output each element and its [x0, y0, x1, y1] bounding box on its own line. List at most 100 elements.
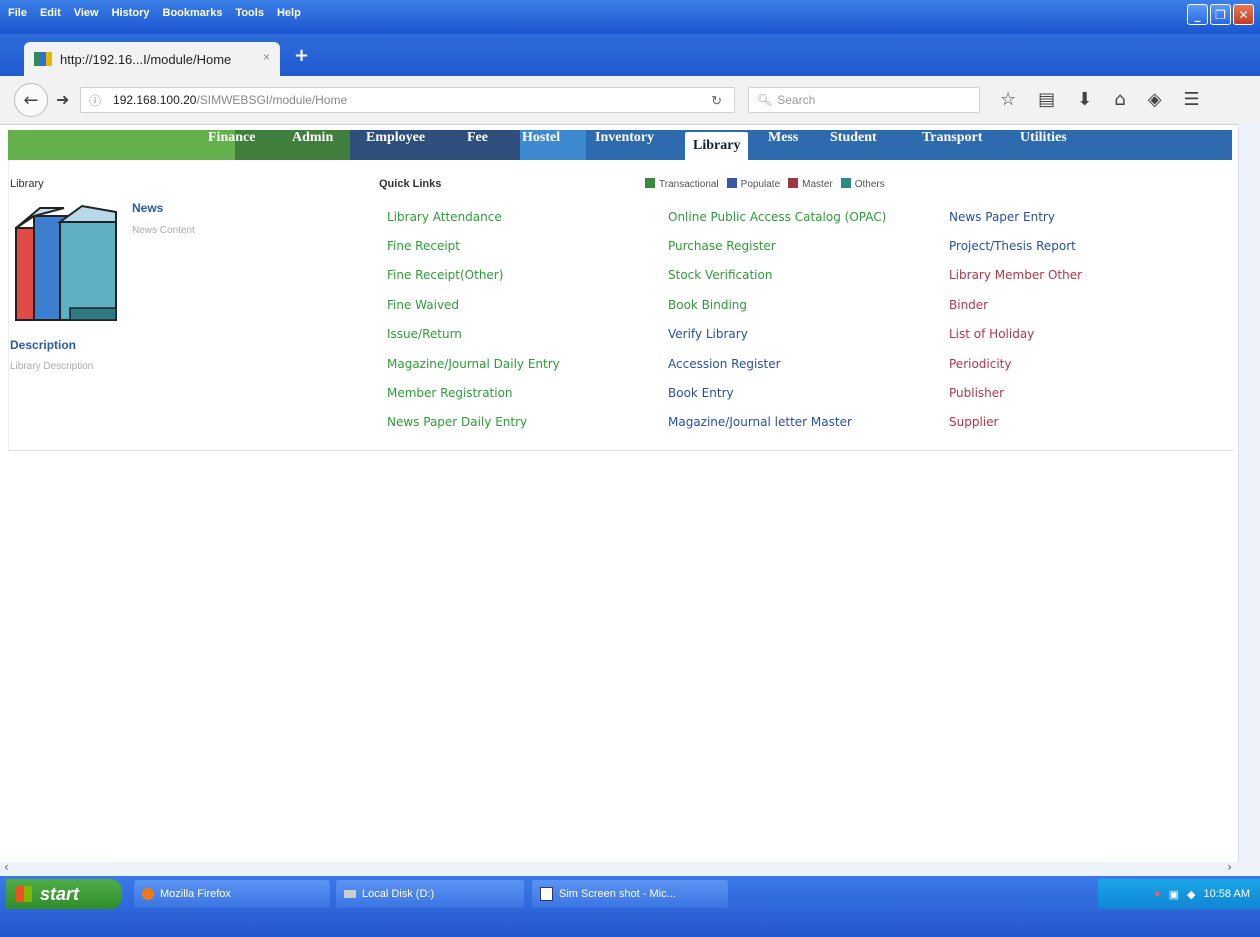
menu-file[interactable]: File [8, 7, 27, 19]
module-hostel[interactable]: Hostel [522, 130, 560, 160]
start-button[interactable]: start [6, 879, 122, 909]
window-titlebar: File Edit View History Bookmarks Tools H… [0, 0, 1260, 34]
menu-icon[interactable]: ☰ [1184, 89, 1200, 110]
legend-transactional: Transactional [645, 178, 719, 190]
pocket-icon[interactable]: ◈ [1148, 89, 1162, 110]
link-list-of-holiday[interactable]: List of Holiday [949, 327, 1034, 341]
link-member-registration[interactable]: Member Registration [387, 386, 513, 400]
description-text: Library Description [10, 361, 94, 372]
firefox-icon [142, 888, 154, 900]
link-news-paper-daily-entry[interactable]: News Paper Daily Entry [387, 415, 527, 429]
module-content-panel [8, 160, 1233, 451]
new-tab-button[interactable]: + [294, 45, 309, 66]
scroll-left-icon[interactable]: ‹ [4, 860, 9, 874]
legend-others: Others [840, 178, 885, 190]
url-path: /SIMWEBSGI/module/Home [196, 93, 348, 107]
news-content: News Content [132, 225, 195, 236]
module-fee[interactable]: Fee [467, 130, 488, 160]
menu-bookmarks[interactable]: Bookmarks [163, 7, 223, 19]
minimize-button[interactable]: _ [1187, 4, 1208, 25]
search-placeholder: Search [777, 93, 816, 107]
reload-icon[interactable]: ↻ [711, 93, 722, 109]
task-sim-screenshot[interactable]: Sim Screen shot - Mic... [532, 880, 728, 908]
module-finance[interactable]: Finance [208, 130, 255, 160]
document-icon [540, 887, 553, 901]
module-mess[interactable]: Mess [768, 130, 798, 160]
toolbar-icons: ☆ ▤ ⬇ ⌂ ◈ ☰ [1000, 89, 1200, 110]
link-library-member-other[interactable]: Library Member Other [949, 268, 1082, 282]
scroll-right-icon[interactable]: › [1227, 860, 1232, 874]
library-books-icon [15, 204, 117, 321]
link-fine-waived[interactable]: Fine Waived [387, 298, 459, 312]
module-library[interactable]: Library [685, 132, 749, 160]
link-magazine-journal-letter-master[interactable]: Magazine/Journal letter Master [668, 415, 852, 429]
browser-tab[interactable]: http://192.16...I/module/Home × [24, 42, 280, 76]
module-inventory[interactable]: Inventory [595, 130, 654, 160]
search-icon: 🔍︎ [757, 93, 773, 107]
link-accession-register[interactable]: Accession Register [668, 357, 781, 371]
module-nav: Finance Admin Employee Fee Hostel Invent… [8, 130, 1232, 160]
menu-help[interactable]: Help [277, 7, 301, 19]
link-publisher[interactable]: Publisher [949, 386, 1004, 400]
module-utilities[interactable]: Utilities [1020, 130, 1067, 160]
link-purchase-register[interactable]: Purchase Register [668, 239, 776, 253]
page-heading: Library [10, 178, 44, 190]
menu-view[interactable]: View [74, 7, 99, 19]
drive-icon [344, 890, 356, 898]
tray-update-icon[interactable]: ◆ [1187, 888, 1195, 901]
link-verify-library[interactable]: Verify Library [668, 327, 748, 341]
address-bar[interactable]: ⓘ 192.168.100.20/SIMWEBSGI/module/Home ↻ [80, 87, 735, 113]
vertical-scrollbar[interactable] [1238, 124, 1260, 862]
link-periodicity[interactable]: Periodicity [949, 357, 1012, 371]
site-favicon-icon [34, 52, 52, 66]
download-icon[interactable]: ⬇ [1077, 89, 1092, 110]
module-employee[interactable]: Employee [366, 130, 425, 160]
link-book-entry[interactable]: Book Entry [668, 386, 734, 400]
task-firefox[interactable]: Mozilla Firefox [134, 880, 330, 908]
legend-master: Master [788, 178, 833, 190]
horizontal-scrollbar[interactable]: ‹ › [0, 860, 1260, 876]
menu-edit[interactable]: Edit [40, 7, 61, 19]
link-binder[interactable]: Binder [949, 298, 988, 312]
link-opac[interactable]: Online Public Access Catalog (OPAC) [668, 210, 886, 224]
menu-tools[interactable]: Tools [235, 7, 264, 19]
home-icon[interactable]: ⌂ [1114, 89, 1125, 110]
module-student[interactable]: Student [830, 130, 877, 160]
module-transport[interactable]: Transport [922, 130, 982, 160]
news-title[interactable]: News [132, 201, 163, 215]
link-fine-receipt[interactable]: Fine Receipt [387, 239, 460, 253]
tray-network-icon[interactable]: ▣ [1169, 888, 1179, 901]
restore-button[interactable]: ❐ [1210, 4, 1231, 25]
start-label: start [40, 883, 80, 904]
quick-links-title: Quick Links [379, 178, 442, 190]
menu-history[interactable]: History [112, 7, 150, 19]
description-title: Description [10, 338, 77, 352]
link-issue-return[interactable]: Issue/Return [387, 327, 462, 341]
clock[interactable]: 10:58 AM [1204, 888, 1250, 900]
link-legend: Transactional Populate Master Others [645, 178, 885, 190]
tab-strip: http://192.16...I/module/Home × + [0, 34, 1260, 76]
link-book-binding[interactable]: Book Binding [668, 298, 747, 312]
link-supplier[interactable]: Supplier [949, 415, 998, 429]
search-input[interactable]: 🔍︎ Search [748, 87, 980, 113]
link-news-paper-entry[interactable]: News Paper Entry [949, 210, 1055, 224]
tray-security-icon[interactable]: ● [1154, 888, 1161, 900]
link-fine-receipt-other[interactable]: Fine Receipt(Other) [387, 268, 503, 282]
task-local-disk[interactable]: Local Disk (D:) [336, 880, 524, 908]
windows-taskbar: start Mozilla Firefox Local Disk (D:) Si… [0, 876, 1260, 937]
bookmark-star-icon[interactable]: ☆ [1000, 89, 1016, 110]
url-host: 192.168.100.20 [113, 93, 197, 107]
module-admin[interactable]: Admin [292, 130, 333, 160]
system-tray: ● ▣ ◆ 10:58 AM [1098, 879, 1260, 909]
close-window-button[interactable]: ✕ [1233, 4, 1254, 25]
reading-list-icon[interactable]: ▤ [1038, 89, 1055, 110]
forward-button[interactable]: ➜ [56, 90, 69, 109]
tab-close-icon[interactable]: × [263, 50, 270, 64]
link-magazine-journal-daily-entry[interactable]: Magazine/Journal Daily Entry [387, 357, 560, 371]
windows-logo-icon [16, 886, 32, 902]
link-library-attendance[interactable]: Library Attendance [387, 210, 502, 224]
info-icon[interactable]: ⓘ [89, 92, 101, 109]
back-button[interactable]: ← [14, 83, 48, 117]
link-stock-verification[interactable]: Stock Verification [668, 268, 772, 282]
link-project-thesis-report[interactable]: Project/Thesis Report [949, 239, 1076, 253]
